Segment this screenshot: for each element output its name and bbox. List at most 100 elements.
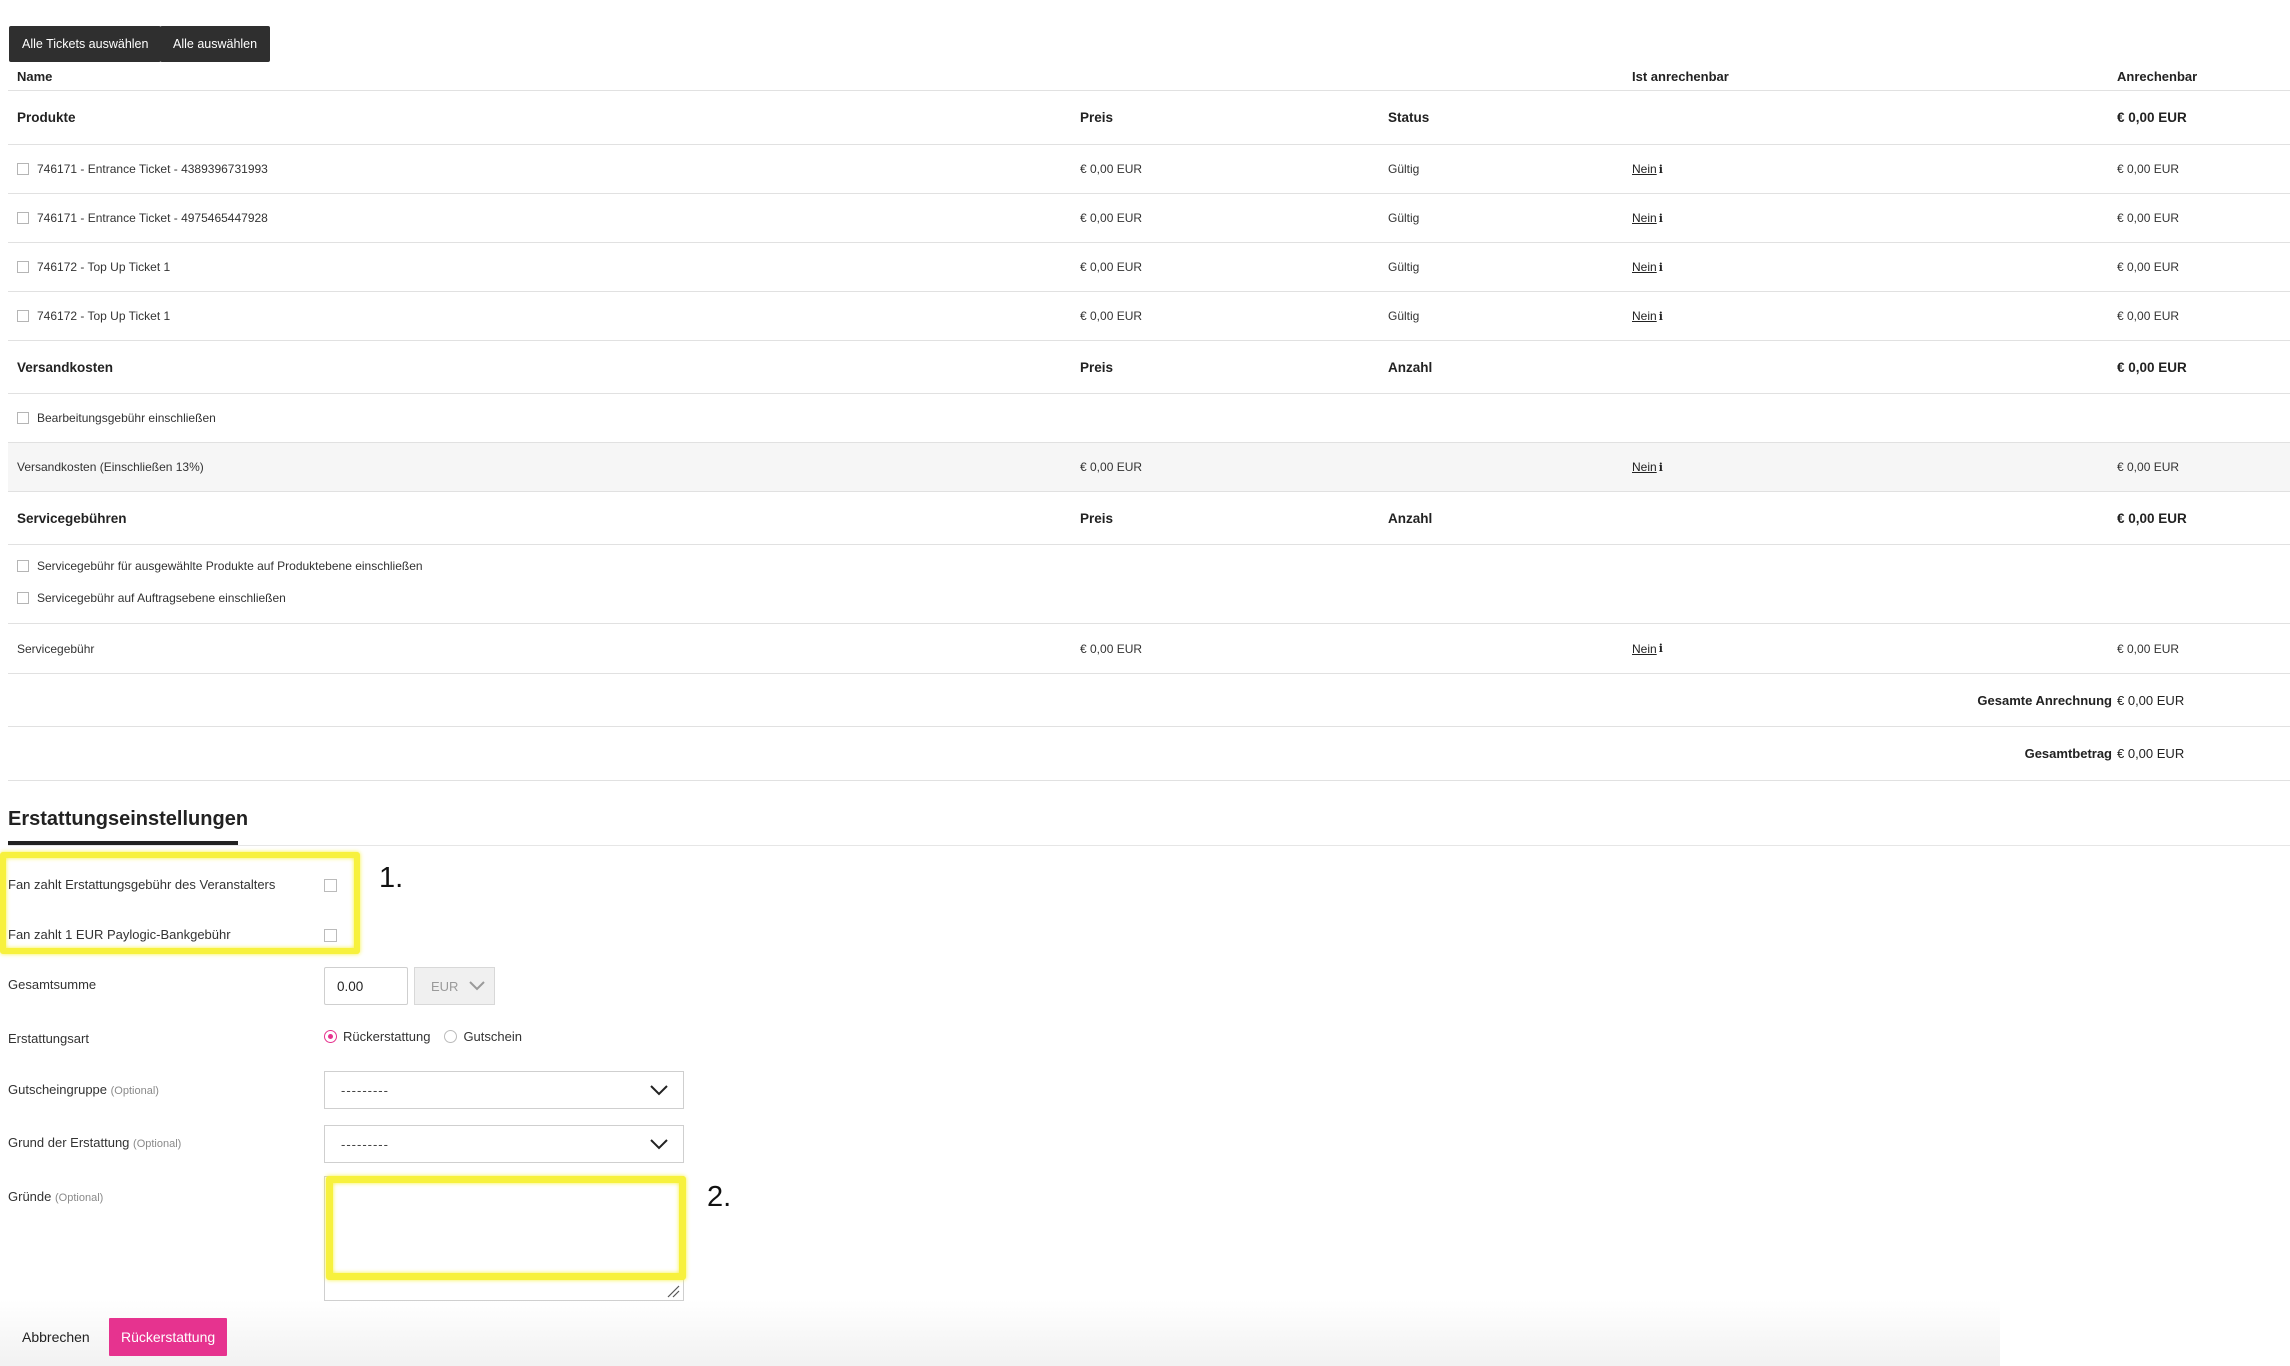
product-amount: € 0,00 EUR — [2117, 211, 2180, 225]
product-name: 746172 - Top Up Ticket 1 — [37, 309, 171, 323]
total-sum-input[interactable] — [324, 967, 408, 1005]
shipping-option-row: Bearbeitungsgebühr einschließen — [8, 394, 2290, 443]
row-checkbox[interactable] — [17, 310, 29, 322]
optional-hint: (Optional) — [110, 1085, 159, 1097]
voucher-group-value: --------- — [341, 1082, 389, 1098]
currency-value: EUR — [431, 978, 459, 994]
voucher-group-label: Gutscheingruppe (Optional) — [8, 1082, 159, 1097]
fan-pays-fee-label: Fan zahlt Erstattungsgebühr des Veransta… — [8, 877, 276, 892]
creditable-link[interactable]: Nein — [1632, 642, 1657, 656]
product-amount: € 0,00 EUR — [2117, 162, 2180, 176]
creditable-link[interactable]: Nein — [1632, 211, 1657, 225]
select-all-tickets-button[interactable]: Alle Tickets auswählen — [9, 26, 162, 62]
row-checkbox[interactable] — [17, 163, 29, 175]
refund-type-option-label: Rückerstattung — [343, 1029, 431, 1044]
voucher-group-label-text: Gutscheingruppe — [8, 1082, 108, 1097]
footer-bar — [0, 1300, 2000, 1366]
creditable-link[interactable]: Nein — [1632, 260, 1657, 274]
shipping-row-price: € 0,00 EUR — [1080, 460, 1143, 474]
col-creditable-header: Anrechenbar — [2117, 68, 2198, 84]
service-row-amount: € 0,00 EUR — [2117, 641, 2180, 656]
select-all-button[interactable]: Alle auswählen — [160, 26, 271, 62]
resize-handle-icon[interactable] — [666, 1284, 680, 1298]
fan-pays-fee-checkbox[interactable] — [324, 879, 337, 892]
refund-type-option-voucher[interactable]: Gutschein — [444, 1029, 522, 1044]
product-amount: € 0,00 EUR — [2117, 309, 2180, 323]
info-icon[interactable]: i — [1659, 461, 1663, 474]
product-status: Gültig — [1388, 162, 1420, 176]
info-icon[interactable]: i — [1659, 212, 1663, 225]
product-price: € 0,00 EUR — [1080, 162, 1143, 176]
info-icon[interactable]: i — [1659, 163, 1663, 176]
service-row-price: € 0,00 EUR — [1080, 641, 1143, 656]
chevron-down-icon — [650, 1139, 668, 1150]
service-fee-product-level-checkbox[interactable] — [17, 560, 29, 572]
table-row: 746171 - Entrance Ticket - 4389396731993… — [8, 145, 2290, 194]
cancel-button[interactable]: Abbrechen — [20, 1318, 92, 1356]
table-row: 746171 - Entrance Ticket - 4975465447928… — [8, 194, 2290, 243]
service-count-header: Anzahl — [1388, 510, 1433, 526]
shipping-row-name: Versandkosten (Einschließen 13%) — [17, 460, 204, 474]
table-row: 746172 - Top Up Ticket 1 € 0,00 EUR Gült… — [8, 292, 2290, 341]
total-credit-row: Gesamte Anrechnung € 0,00 EUR — [8, 674, 2290, 727]
service-fee-order-level-checkbox[interactable] — [17, 592, 29, 604]
shipping-title: Versandkosten — [17, 359, 114, 375]
grand-total-value: € 0,00 EUR — [2117, 746, 2185, 761]
table-row: Versandkosten (Einschließen 13%) € 0,00 … — [8, 443, 2290, 492]
creditable-link[interactable]: Nein — [1632, 460, 1657, 474]
row-checkbox[interactable] — [17, 212, 29, 224]
product-name: 746171 - Entrance Ticket - 4389396731993 — [37, 162, 268, 176]
service-total: € 0,00 EUR — [2117, 510, 2187, 526]
radio-unselected-icon[interactable] — [444, 1030, 458, 1043]
refund-reason-select[interactable]: --------- — [324, 1125, 684, 1163]
include-processing-fee-checkbox[interactable] — [17, 412, 29, 424]
refund-button[interactable]: Rückerstattung — [109, 1318, 228, 1356]
service-section-header: Servicegebühren Preis Anzahl € 0,00 EUR — [8, 492, 2290, 545]
shipping-price-header: Preis — [1080, 359, 1114, 375]
grand-total-label: Gesamtbetrag — [2024, 746, 2112, 761]
chevron-down-icon — [650, 1085, 668, 1096]
refund-type-option-refund[interactable]: Rückerstattung — [324, 1029, 430, 1044]
refund-type-radio-group: Rückerstattung Gutschein — [324, 1029, 536, 1044]
info-icon[interactable]: i — [1659, 642, 1663, 655]
product-price: € 0,00 EUR — [1080, 309, 1143, 323]
info-icon[interactable]: i — [1659, 310, 1663, 323]
product-name: 746172 - Top Up Ticket 1 — [37, 260, 171, 274]
product-status: Gültig — [1388, 211, 1420, 225]
service-options-row: Servicegebühr für ausgewählte Produkte a… — [8, 545, 2290, 624]
reasons-label: Gründe (Optional) — [8, 1189, 103, 1204]
include-processing-fee-label: Bearbeitungsgebühr einschließen — [37, 411, 216, 425]
shipping-count-header: Anzahl — [1388, 359, 1433, 375]
info-icon[interactable]: i — [1659, 261, 1663, 274]
voucher-group-select[interactable]: --------- — [324, 1071, 684, 1109]
products-total: € 0,00 EUR — [2117, 110, 2187, 125]
optional-hint: (Optional) — [133, 1138, 182, 1150]
product-status: Gültig — [1388, 309, 1420, 323]
service-title: Servicegebühren — [17, 510, 127, 526]
total-credit-value: € 0,00 EUR — [2117, 692, 2185, 708]
refund-type-option-label: Gutschein — [463, 1029, 522, 1044]
creditable-link[interactable]: Nein — [1632, 309, 1657, 323]
fan-pays-bank-fee-checkbox[interactable] — [324, 929, 337, 942]
refund-type-label: Erstattungsart — [8, 1031, 89, 1046]
fan-pays-bank-fee-label: Fan zahlt 1 EUR Paylogic-Bankgebühr — [8, 927, 231, 942]
shipping-section-header: Versandkosten Preis Anzahl € 0,00 EUR — [8, 341, 2290, 394]
refund-reason-label: Grund der Erstattung (Optional) — [8, 1135, 181, 1150]
total-credit-label: Gesamte Anrechnung — [1977, 692, 2112, 708]
service-fee-order-level-label: Servicegebühr auf Auftragsebene einschli… — [37, 591, 286, 605]
chevron-down-icon — [469, 981, 485, 991]
table-row: Servicegebühr € 0,00 EUR Nein i € 0,00 EU… — [8, 624, 2290, 674]
creditable-link[interactable]: Nein — [1632, 162, 1657, 176]
currency-select[interactable]: EUR — [414, 967, 495, 1005]
product-name: 746171 - Entrance Ticket - 4975465447928 — [37, 211, 268, 225]
table-row: 746172 - Top Up Ticket 1 € 0,00 EUR Gült… — [8, 243, 2290, 292]
annotation-label-1: 1. — [379, 862, 404, 894]
optional-hint: (Optional) — [55, 1192, 104, 1204]
row-checkbox[interactable] — [17, 261, 29, 273]
refund-reason-value: --------- — [341, 1136, 389, 1152]
reasons-textarea[interactable] — [324, 1176, 684, 1301]
shipping-total: € 0,00 EUR — [2117, 359, 2187, 375]
product-amount: € 0,00 EUR — [2117, 260, 2180, 274]
product-price: € 0,00 EUR — [1080, 211, 1143, 225]
radio-selected-icon[interactable] — [324, 1030, 337, 1043]
